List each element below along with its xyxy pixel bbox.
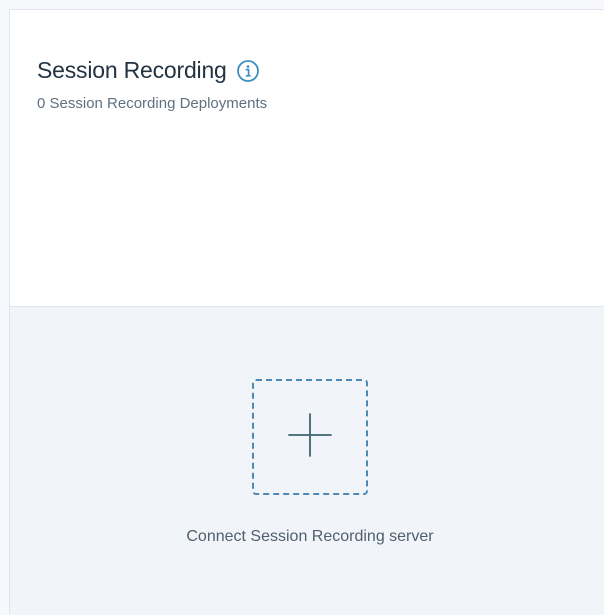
panel-title: Session Recording (37, 57, 227, 83)
connect-server-button[interactable] (252, 379, 368, 495)
card-header: Session Recording 0 Session Recording De… (10, 10, 604, 307)
connect-server-label: Connect Session Recording server (186, 528, 434, 545)
card-body: Connect Session Recording server (10, 307, 604, 615)
plus-icon (285, 410, 335, 465)
deployment-count: 0 Session Recording Deployments (37, 95, 268, 112)
info-circle-icon[interactable] (236, 59, 260, 83)
session-recording-card: Session Recording 0 Session Recording De… (9, 9, 604, 615)
title-row: Session Recording (37, 57, 260, 84)
